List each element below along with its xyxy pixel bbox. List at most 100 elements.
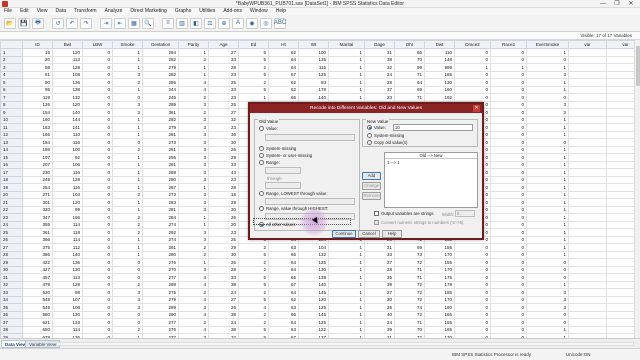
- table-cell[interactable]: [606, 303, 634, 312]
- row-number[interactable]: 4: [0, 70, 23, 79]
- table-cell[interactable]: 64: [268, 288, 299, 297]
- table-cell[interactable]: 1: [526, 123, 569, 132]
- table-cell[interactable]: 1: [112, 198, 143, 207]
- table-cell[interactable]: 5: [238, 273, 269, 282]
- table-cell[interactable]: 113: [52, 55, 83, 64]
- column-header[interactable]: Dage: [364, 40, 395, 49]
- table-cell[interactable]: 275: [142, 288, 179, 297]
- table-cell[interactable]: 0: [82, 48, 113, 57]
- table-cell[interactable]: 0: [490, 235, 527, 244]
- table-cell[interactable]: 2: [238, 265, 269, 274]
- row-number[interactable]: 28: [0, 250, 23, 259]
- table-cell[interactable]: 3: [526, 295, 569, 304]
- width-input[interactable]: 8: [455, 210, 475, 217]
- table-cell[interactable]: [606, 280, 634, 289]
- table-cell[interactable]: 0: [82, 198, 113, 207]
- table-cell[interactable]: 4: [238, 303, 269, 312]
- table-cell[interactable]: 65: [268, 250, 299, 259]
- table-cell[interactable]: 2: [238, 243, 269, 252]
- table-cell[interactable]: 0: [490, 183, 527, 192]
- table-cell[interactable]: 132: [298, 250, 329, 259]
- table-cell[interactable]: 3: [526, 303, 569, 312]
- column-header[interactable]: EverSmoke: [526, 40, 569, 49]
- table-cell[interactable]: 71: [394, 93, 425, 102]
- table-cell[interactable]: 1: [112, 63, 143, 72]
- table-cell[interactable]: [568, 108, 607, 117]
- table-cell[interactable]: 1: [328, 273, 365, 282]
- row-number[interactable]: 22: [0, 205, 23, 214]
- table-cell[interactable]: 35: [364, 273, 395, 282]
- table-cell[interactable]: 479: [22, 280, 53, 289]
- table-cell[interactable]: 0: [526, 55, 569, 64]
- table-cell[interactable]: 0: [82, 100, 113, 109]
- table-cell[interactable]: 26: [208, 213, 239, 222]
- table-cell[interactable]: 549: [22, 303, 53, 312]
- table-cell[interactable]: 3: [178, 265, 209, 274]
- table-cell[interactable]: 1: [526, 115, 569, 124]
- table-cell[interactable]: 20: [22, 55, 53, 64]
- table-cell[interactable]: 64: [268, 258, 299, 267]
- convert-numeric-checkbox[interactable]: Convert numeric strings to numbers ('5'-…: [374, 220, 463, 225]
- table-cell[interactable]: 170: [424, 250, 455, 259]
- table-cell[interactable]: 1: [526, 183, 569, 192]
- table-cell[interactable]: 3: [526, 108, 569, 117]
- table-cell[interactable]: 0: [82, 160, 113, 169]
- column-header[interactable]: Gestation: [142, 40, 179, 49]
- table-cell[interactable]: 292: [142, 228, 179, 237]
- table-cell[interactable]: 0: [82, 325, 113, 334]
- range-from-input[interactable]: [265, 167, 301, 174]
- table-cell[interactable]: [606, 325, 634, 334]
- table-cell[interactable]: [606, 205, 634, 214]
- table-cell[interactable]: [568, 123, 607, 132]
- table-cell[interactable]: [568, 288, 607, 297]
- table-cell[interactable]: 281: [142, 145, 179, 154]
- table-cell[interactable]: 0: [490, 153, 527, 162]
- table-cell[interactable]: 23: [208, 228, 239, 237]
- table-cell[interactable]: 24: [208, 288, 239, 297]
- table-cell[interactable]: [606, 265, 634, 274]
- table-cell[interactable]: 116: [52, 168, 83, 177]
- table-cell[interactable]: 261: [142, 160, 179, 169]
- table-cell[interactable]: 141: [52, 123, 83, 132]
- table-cell[interactable]: 27: [208, 48, 239, 57]
- table-cell[interactable]: [568, 130, 607, 139]
- table-cell[interactable]: [606, 70, 634, 79]
- table-cell[interactable]: [568, 273, 607, 282]
- table-cell[interactable]: 1: [328, 63, 365, 72]
- table-cell[interactable]: 281: [142, 205, 179, 214]
- table-cell[interactable]: 2: [178, 93, 209, 102]
- table-cell[interactable]: 3: [526, 70, 569, 79]
- table-cell[interactable]: 116: [52, 183, 83, 192]
- column-header[interactable]: var: [606, 40, 634, 49]
- table-cell[interactable]: 1: [328, 70, 365, 79]
- table-cell[interactable]: [606, 250, 634, 259]
- table-cell[interactable]: 0: [82, 70, 113, 79]
- table-cell[interactable]: 125: [298, 70, 329, 79]
- table-cell[interactable]: 1: [526, 175, 569, 184]
- table-cell[interactable]: [568, 280, 607, 289]
- table-cell[interactable]: 261: [142, 243, 179, 252]
- table-cell[interactable]: 427: [22, 265, 53, 274]
- table-cell[interactable]: [606, 108, 634, 117]
- table-cell[interactable]: 64: [394, 78, 425, 87]
- table-cell[interactable]: 197: [22, 153, 53, 162]
- table-cell[interactable]: 289: [142, 100, 179, 109]
- table-cell[interactable]: 0: [82, 213, 113, 222]
- table-cell[interactable]: 1: [112, 48, 143, 57]
- table-cell[interactable]: 1: [526, 250, 569, 259]
- table-cell[interactable]: [606, 235, 634, 244]
- table-cell[interactable]: 23: [208, 175, 239, 184]
- table-cell[interactable]: 1: [526, 63, 569, 72]
- table-cell[interactable]: 207: [22, 160, 53, 169]
- table-cell[interactable]: 71: [394, 273, 425, 282]
- table-cell[interactable]: 0: [490, 123, 527, 132]
- table-cell[interactable]: 63: [268, 325, 299, 334]
- table-cell[interactable]: 1: [526, 153, 569, 162]
- table-cell[interactable]: 999: [424, 63, 455, 72]
- table-cell[interactable]: 2: [112, 280, 143, 289]
- row-number-header[interactable]: [0, 40, 23, 49]
- table-cell[interactable]: [568, 55, 607, 64]
- table-cell[interactable]: 0: [490, 213, 527, 222]
- menu-graphs[interactable]: Graphs: [171, 8, 195, 15]
- table-cell[interactable]: [606, 228, 634, 237]
